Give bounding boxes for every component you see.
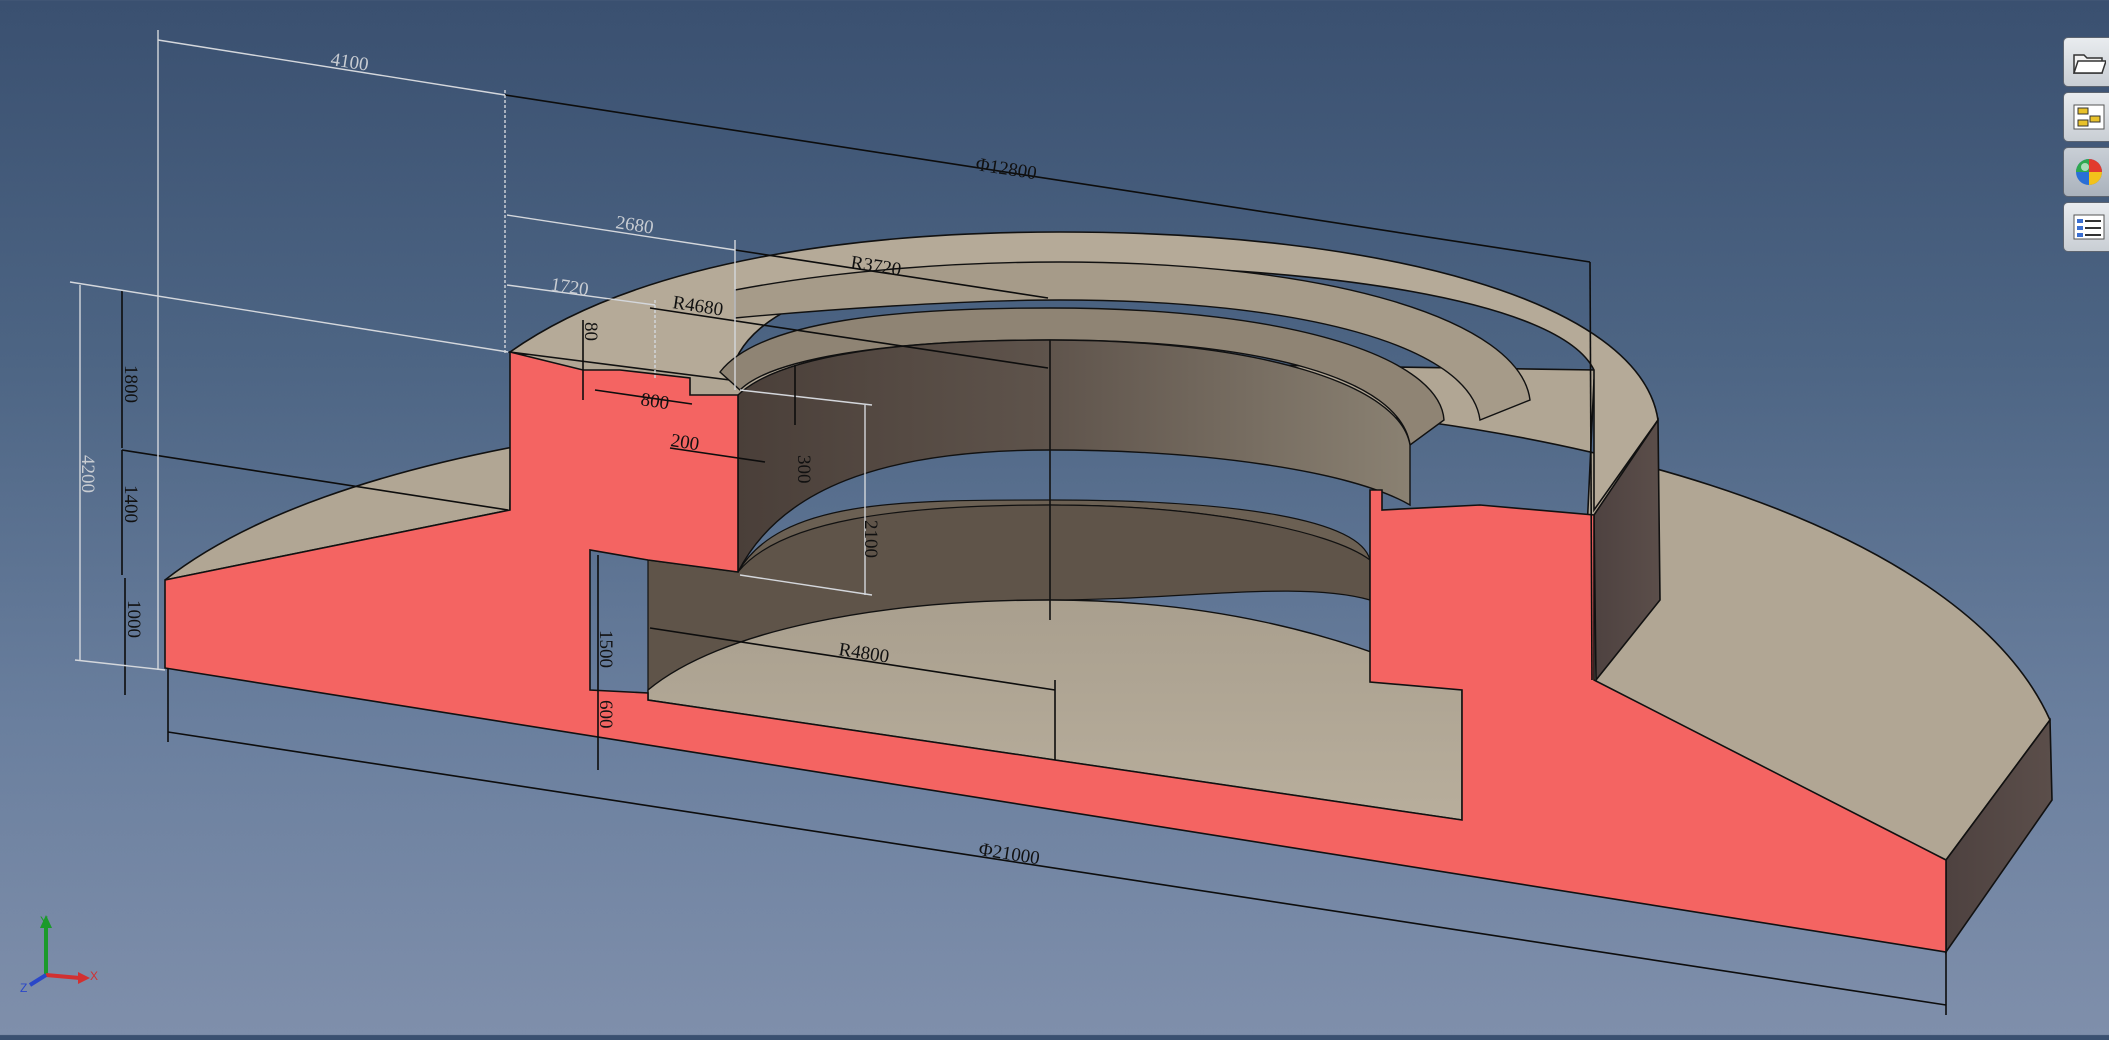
- 3d-viewport[interactable]: Φ12800 Φ21000 R3720 R4680 R4800 2100 300…: [0, 0, 2109, 1035]
- right-toolbar: [2063, 37, 2109, 257]
- model-tree-button[interactable]: [2063, 92, 2109, 142]
- svg-text:1500: 1500: [595, 630, 616, 668]
- open-folder-icon: [2072, 54, 2106, 74]
- svg-text:80: 80: [580, 322, 601, 341]
- svg-text:300: 300: [793, 455, 814, 484]
- open-folder-button[interactable]: [2063, 37, 2109, 87]
- axis-y-label: Y: [40, 914, 48, 928]
- svg-text:Φ12800: Φ12800: [974, 154, 1038, 184]
- dimension-1500: 1500: [595, 555, 616, 690]
- svg-text:1800: 1800: [120, 365, 141, 403]
- model-tree-icon: [2073, 104, 2105, 130]
- svg-text:4100: 4100: [329, 49, 370, 76]
- svg-text:4200: 4200: [77, 455, 98, 493]
- appearance-button[interactable]: [2063, 147, 2109, 197]
- properties-list-button[interactable]: [2063, 202, 2109, 252]
- svg-text:2680: 2680: [614, 212, 655, 239]
- model-canvas[interactable]: Φ12800 Φ21000 R3720 R4680 R4800 2100 300…: [0, 0, 2109, 1035]
- axis-triad: Y X Z: [20, 914, 98, 995]
- dimension-1000: 1000: [123, 578, 144, 695]
- axis-z-label: Z: [20, 981, 27, 995]
- svg-text:1400: 1400: [120, 485, 141, 523]
- appearance-sphere-icon: [2076, 159, 2102, 185]
- svg-text:1720: 1720: [549, 274, 590, 301]
- svg-text:1000: 1000: [123, 600, 144, 638]
- dimension-1800: 1800: [120, 290, 141, 448]
- svg-text:Φ21000: Φ21000: [977, 839, 1041, 869]
- axis-x-label: X: [90, 969, 98, 983]
- svg-text:2100: 2100: [860, 520, 881, 558]
- svg-text:600: 600: [595, 700, 616, 729]
- svg-text:800: 800: [639, 389, 670, 414]
- svg-text:200: 200: [669, 430, 700, 455]
- properties-list-icon: [2073, 214, 2105, 240]
